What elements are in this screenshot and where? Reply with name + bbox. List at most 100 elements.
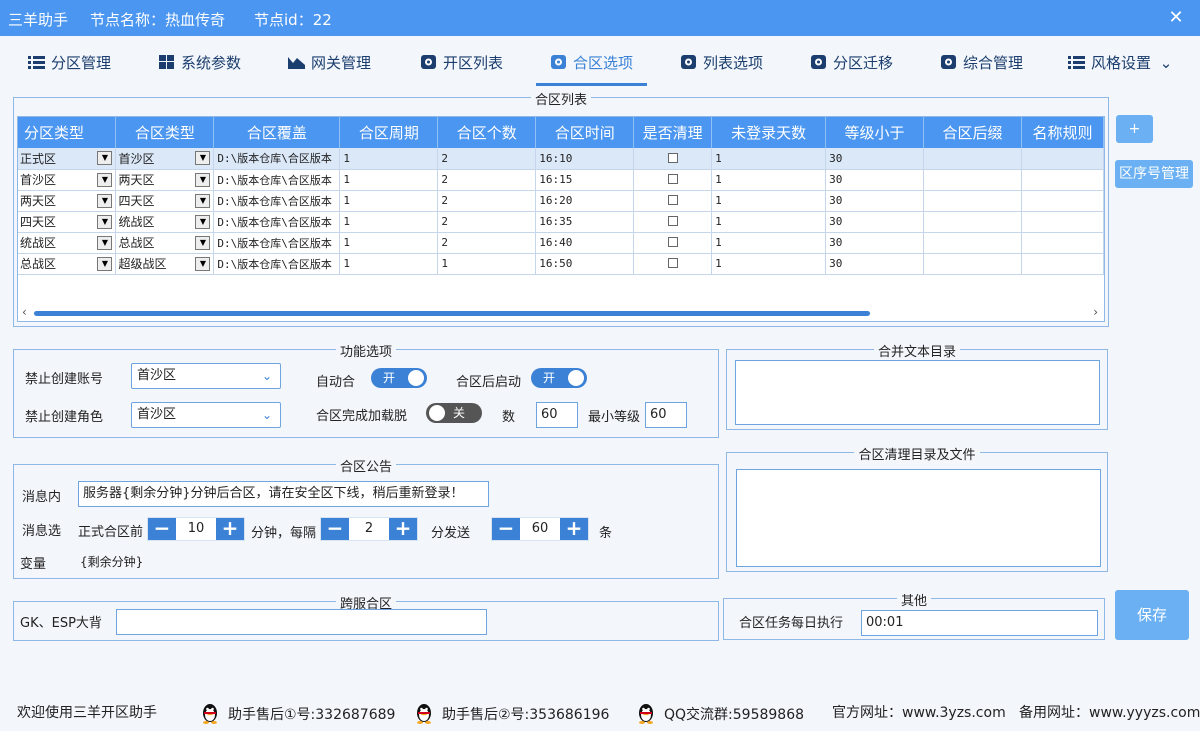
table-cell[interactable] [923,232,1022,254]
minus-icon[interactable]: − [492,518,520,540]
clean-checkbox[interactable] [633,211,713,233]
table-cell[interactable]: 1 [339,148,439,170]
table-cell[interactable]: 1 [711,232,827,254]
column-header[interactable]: 名称规则 [1021,117,1104,148]
load-after-merge-toggle[interactable]: 关 [426,403,482,423]
backup-site-link[interactable]: 备用网址：www.yyyzs.com [1019,702,1200,722]
merge-list-table[interactable]: 分区类型 合区类型 合区覆盖 合区周期 合区个数 合区时间 是否清理 未登录天数 等级小于 合区后… [17,116,1105,322]
partition-type-combo[interactable]: 正式区 ▼ [18,148,117,170]
before-merge-stepper[interactable]: − 10 + [147,517,245,541]
table-cell[interactable]: 30 [825,232,925,254]
partition-type-combo[interactable]: 四天区 ▼ [18,211,117,233]
table-cell[interactable]: D:\版本仓库\合区版本 [213,190,341,212]
auto-merge-toggle[interactable]: 开 [371,368,427,388]
table-cell[interactable]: 1 [711,148,827,170]
table-cell[interactable] [923,190,1022,212]
dropdown-arrow-icon[interactable]: ▼ [195,151,211,165]
table-cell[interactable]: 16:15 [535,169,635,191]
table-row[interactable]: 正式区 ▼ 首沙区 ▼ D:\版本仓库\合区版本 1 2 16:10 1 30 [18,148,1104,170]
table-cell[interactable]: 2 [437,190,537,212]
tab-list-options[interactable]: 列表选项 [680,52,763,86]
tab-partition-migrate[interactable]: 分区迁移 [810,52,893,86]
table-cell[interactable]: D:\版本仓库\合区版本 [213,232,341,254]
table-cell[interactable]: 1 [339,211,439,233]
dropdown-arrow-icon[interactable]: ▼ [97,151,113,165]
table-cell[interactable]: 16:20 [535,190,635,212]
table-cell[interactable] [1021,148,1104,170]
table-cell[interactable]: 30 [825,169,925,191]
merge-text-dir-input[interactable] [735,360,1100,425]
merge-type-combo[interactable]: 超级战区 ▼ [115,253,215,275]
checkbox[interactable] [667,152,678,163]
dropdown-arrow-icon[interactable]: ▼ [195,214,211,229]
min-level-input[interactable]: 60 [645,402,687,428]
column-header[interactable]: 等级小于 [825,117,925,148]
dropdown-arrow-icon[interactable]: ▼ [195,256,211,271]
tab-style-settings[interactable]: 风格设置 ⌄ [1068,52,1172,86]
table-cell[interactable]: 1 [437,253,537,275]
interval-stepper[interactable]: − 2 + [320,517,418,541]
clean-checkbox[interactable] [633,148,713,170]
no-create-account-select[interactable]: 首沙区 ⌄ [131,363,281,389]
seq-manage-button[interactable]: 区序号管理 [1115,160,1193,188]
start-after-merge-toggle[interactable]: 开 [531,368,587,388]
merge-type-combo[interactable]: 总战区 ▼ [115,232,215,254]
table-cell[interactable]: 16:35 [535,211,635,233]
table-row[interactable]: 四天区 ▼ 统战区 ▼ D:\版本仓库\合区版本 1 2 16:35 1 30 [18,211,1104,233]
checkbox[interactable] [667,174,678,184]
table-cell[interactable]: 16:10 [535,148,635,170]
table-cell[interactable]: 1 [339,190,439,212]
tab-general-manage[interactable]: 综合管理 [940,52,1023,86]
table-cell[interactable]: 30 [825,253,925,275]
scroll-left-icon[interactable]: ‹ [22,305,27,319]
tab-partition-manage[interactable]: 分区管理 [28,52,111,86]
column-header[interactable]: 未登录天数 [711,117,827,148]
table-cell[interactable]: 16:50 [535,253,635,275]
table-cell[interactable]: D:\版本仓库\合区版本 [213,211,341,233]
checkbox[interactable] [667,258,678,268]
merge-type-combo[interactable]: 两天区 ▼ [115,169,215,191]
table-cell[interactable]: 1 [711,190,827,212]
plus-icon[interactable]: + [389,518,417,540]
checkbox[interactable] [667,216,678,226]
dropdown-arrow-icon[interactable]: ▼ [97,256,113,271]
table-row[interactable]: 总战区 ▼ 超级战区 ▼ D:\版本仓库\合区版本 1 1 16:50 1 30 [18,253,1104,275]
checkbox[interactable] [667,195,678,205]
table-cell[interactable] [923,253,1022,275]
column-header[interactable]: 合区个数 [437,117,537,148]
merge-type-combo[interactable]: 统战区 ▼ [115,211,215,233]
count-input[interactable]: 60 [536,402,578,428]
scroll-thumb[interactable] [34,311,870,316]
message-input[interactable]: 服务器{剩余分钟}分钟后合区，请在安全区下线，稍后重新登录！ [78,481,489,507]
dropdown-arrow-icon[interactable]: ▼ [195,172,211,187]
table-cell[interactable]: 16:40 [535,232,635,254]
column-header[interactable]: 合区覆盖 [213,117,341,148]
partition-type-combo[interactable]: 总战区 ▼ [18,253,117,275]
dropdown-arrow-icon[interactable]: ▼ [195,193,211,208]
daily-exec-input[interactable]: 00:01 [861,610,1098,636]
table-cell[interactable] [1021,169,1104,191]
table-cell[interactable] [923,148,1022,170]
table-cell[interactable]: 1 [339,232,439,254]
tab-system-params[interactable]: 系统参数 [158,52,241,86]
tab-open-list[interactable]: 开区列表 [420,52,503,86]
table-cell[interactable]: D:\版本仓库\合区版本 [213,148,341,170]
plus-icon[interactable]: + [216,518,244,540]
add-button[interactable]: + [1116,115,1153,143]
table-cell[interactable]: 30 [825,211,925,233]
plus-icon[interactable]: + [560,518,588,540]
official-site-link[interactable]: 官方网址：www.3yzs.com [832,702,1006,722]
table-cell[interactable]: 1 [339,253,439,275]
table-cell[interactable]: 2 [437,232,537,254]
tab-merge-options[interactable]: 合区选项 [536,52,648,86]
table-cell[interactable] [1021,232,1104,254]
no-create-role-select[interactable]: 首沙区 ⌄ [131,402,281,428]
column-header[interactable]: 合区周期 [339,117,439,148]
dropdown-arrow-icon[interactable]: ▼ [97,193,113,208]
table-cell[interactable]: 1 [339,169,439,191]
clean-checkbox[interactable] [633,169,713,191]
table-cell[interactable]: 1 [711,211,827,233]
support2-link[interactable]: 助手售后②号:353686196 [414,702,609,724]
table-cell[interactable] [1021,190,1104,212]
horizontal-scrollbar[interactable]: ‹ › [18,305,1104,321]
